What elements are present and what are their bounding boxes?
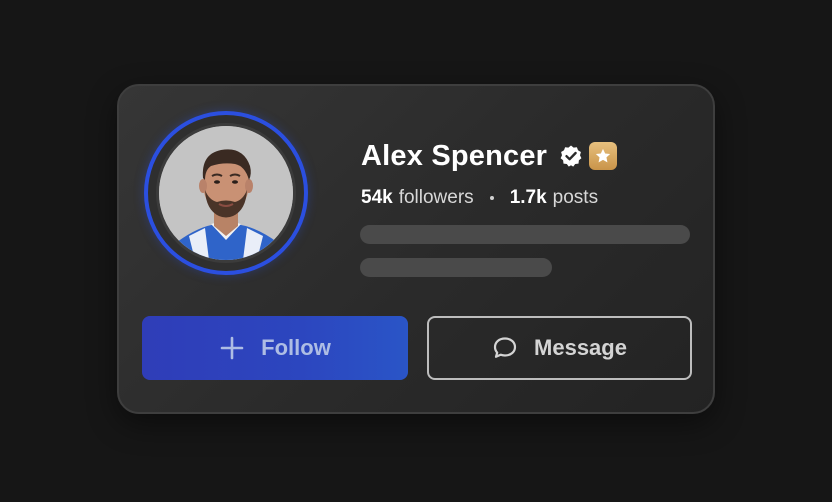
profile-card: Alex Spencer 54k followers 1.7k posts Fo… [117, 84, 715, 414]
name-row: Alex Spencer [361, 139, 618, 172]
bio-placeholder-line [360, 258, 552, 277]
star-icon [596, 148, 611, 163]
message-button[interactable]: Message [427, 316, 692, 380]
stats-row: 54k followers 1.7k posts [361, 187, 598, 209]
star-badge [589, 142, 618, 170]
message-button-label: Message [534, 335, 627, 360]
avatar-ring [144, 111, 308, 275]
chat-bubble-icon [492, 335, 518, 361]
avatar-photo [159, 126, 293, 260]
bio-placeholder-line [360, 225, 690, 244]
plus-icon [219, 335, 245, 361]
posts-count: 1.7k [509, 187, 547, 208]
followers-label: followers [398, 187, 474, 208]
follow-button[interactable]: Follow [142, 316, 408, 380]
followers-count: 54k [361, 187, 393, 208]
verified-check-icon [559, 144, 583, 168]
profile-name: Alex Spencer [361, 139, 548, 172]
follow-button-label: Follow [261, 335, 331, 360]
avatar[interactable] [156, 123, 296, 263]
posts-label: posts [552, 187, 599, 208]
separator-dot [489, 196, 494, 200]
